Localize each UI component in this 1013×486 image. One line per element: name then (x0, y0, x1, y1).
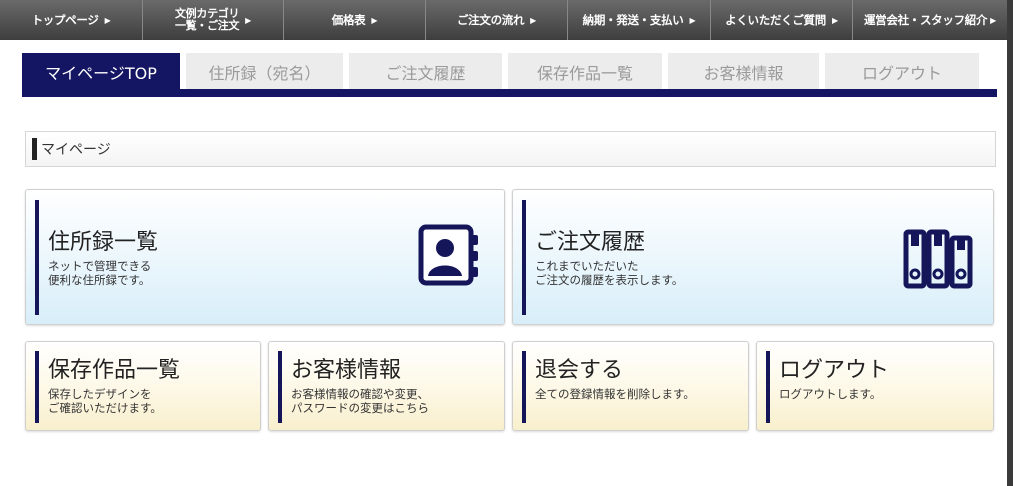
card-accent-bar (522, 351, 526, 423)
nav-delivery[interactable]: 納期・発送・支払い ▶ (568, 0, 711, 40)
card-title: 退会する (535, 358, 624, 383)
withdraw-card[interactable]: 退会する 全ての登録情報を削除します。 (512, 341, 749, 431)
card-accent-bar (35, 200, 39, 315)
card-accent-bar (35, 351, 39, 423)
card-description: これまでいただいた ご注文の履歴を表示します。 (535, 259, 684, 287)
tab-saved-works[interactable]: 保存作品一覧 (508, 53, 662, 91)
card-title: 保存作品一覧 (48, 358, 181, 383)
binders-icon (903, 229, 973, 289)
nav-faq[interactable]: よくいただくご質問 ▶ (711, 0, 853, 40)
window-edge (1007, 0, 1013, 486)
nav-category[interactable]: 文例カテゴリ 一覧・ご注文 ▶ (143, 0, 284, 40)
header-marker (32, 138, 37, 160)
triangle-right-icon: ▶ (245, 15, 252, 25)
saved-works-card[interactable]: 保存作品一覧 保存したデザインを ご確認いただけます。 (25, 341, 261, 431)
card-title: お客様情報 (291, 358, 402, 383)
tab-logout[interactable]: ログアウト (825, 53, 979, 91)
mypage-tabs: マイページTOP 住所録（宛名） ご注文履歴 保存作品一覧 お客様情報 ログアウ… (22, 53, 985, 91)
nav-top-page[interactable]: トップページ ▶ (0, 0, 143, 40)
card-description: ログアウトします。 (779, 387, 882, 401)
triangle-right-icon: ▶ (104, 15, 111, 25)
card-description: ネットで管理できる 便利な住所録です。 (48, 259, 152, 287)
tab-mypage-top[interactable]: マイページTOP (22, 53, 180, 91)
triangle-right-icon: ▶ (371, 15, 378, 25)
card-title: ご注文履歴 (535, 230, 646, 255)
top-nav: トップページ ▶ 文例カテゴリ 一覧・ご注文 ▶ 価格表 ▶ ご注文の流れ ▶ 納期・発送… (0, 0, 1007, 40)
triangle-right-icon: ▶ (689, 15, 696, 25)
card-description: お客様情報の確認や変更、 パスワードの変更はこちら (291, 387, 429, 415)
section-title: マイページ (41, 142, 111, 158)
section-header: マイページ (25, 131, 996, 167)
card-title: 住所録一覧 (48, 230, 159, 255)
triangle-right-icon: ▶ (831, 15, 838, 25)
triangle-right-icon: ▶ (990, 15, 997, 25)
tab-customer-info[interactable]: お客様情報 (668, 53, 819, 91)
tab-order-history[interactable]: ご注文履歴 (349, 53, 502, 91)
triangle-right-icon: ▶ (530, 15, 537, 25)
card-description: 保存したデザインを ご確認いただけます。 (48, 387, 162, 415)
card-accent-bar (278, 351, 282, 423)
order-history-card[interactable]: ご注文履歴 これまでいただいた ご注文の履歴を表示します。 (512, 189, 994, 325)
card-description: 全ての登録情報を削除します。 (535, 387, 695, 401)
tab-address[interactable]: 住所録（宛名） (186, 53, 343, 91)
card-accent-bar (766, 351, 770, 423)
address-book-card[interactable]: 住所録一覧 ネットで管理できる 便利な住所録です。 (25, 189, 505, 325)
tab-underline (22, 89, 997, 97)
nav-order-flow[interactable]: ご注文の流れ ▶ (426, 0, 568, 40)
card-title: ログアウト (779, 358, 890, 383)
customer-info-card[interactable]: お客様情報 お客様情報の確認や変更、 パスワードの変更はこちら (268, 341, 505, 431)
address-book-icon (418, 224, 478, 286)
card-accent-bar (522, 200, 526, 315)
nav-price[interactable]: 価格表 ▶ (284, 0, 426, 40)
nav-company[interactable]: 運営会社・スタッフ紹介 ▶ (853, 0, 1007, 40)
logout-card[interactable]: ログアウト ログアウトします。 (756, 341, 994, 431)
